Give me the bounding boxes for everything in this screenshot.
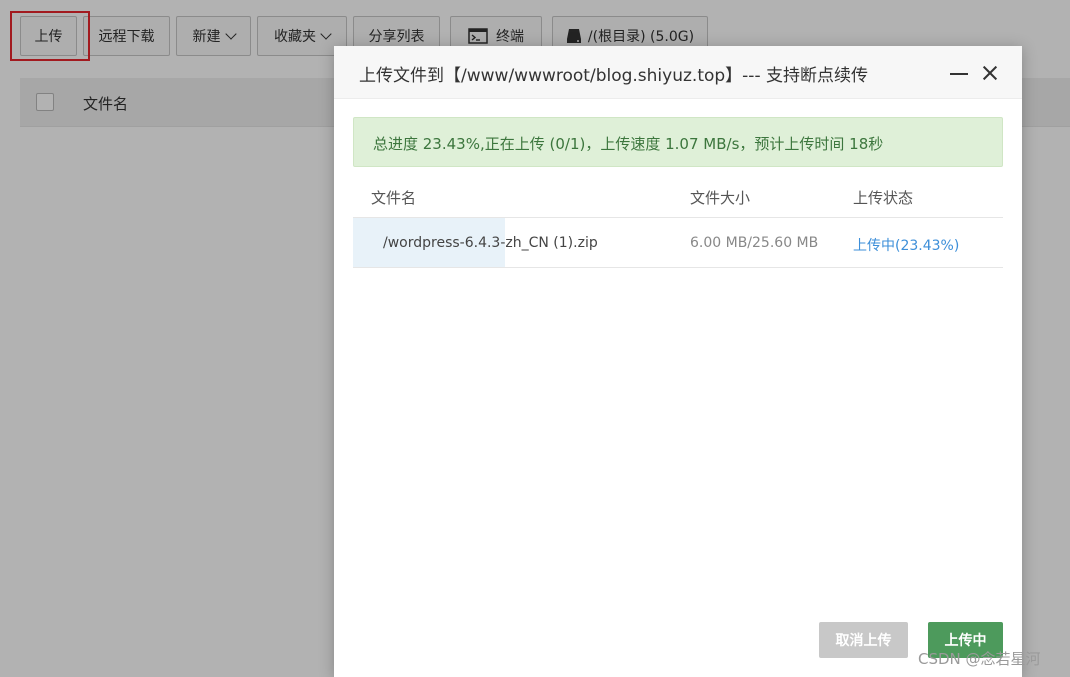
progress-summary-text: 总进度 23.43%,正在上传 (0/1)，上传速度 1.07 MB/s，预计上… — [373, 135, 884, 153]
file-size-header: 文件大小 — [690, 189, 751, 207]
dialog-header: 上传文件到【/www/wwwroot/blog.shiyuz.top】--- 支… — [334, 46, 1022, 99]
upload-dialog: 上传文件到【/www/wwwroot/blog.shiyuz.top】--- 支… — [334, 46, 1022, 677]
file-name-header: 文件名 — [371, 189, 417, 207]
minimize-icon[interactable] — [950, 73, 968, 75]
progress-summary: 总进度 23.43%,正在上传 (0/1)，上传速度 1.07 MB/s，预计上… — [353, 117, 1003, 167]
watermark: CSDN @念若星河 — [918, 650, 1041, 668]
cancel-upload-button[interactable]: 取消上传 — [819, 622, 908, 658]
dialog-title: 上传文件到【/www/wwwroot/blog.shiyuz.top】--- 支… — [359, 66, 868, 86]
upload-status-header: 上传状态 — [853, 189, 914, 207]
close-icon[interactable] — [980, 63, 1000, 83]
table-row-divider — [353, 267, 1003, 268]
file-manager-page: 上传 远程下载 新建 收藏夹 分享列表 终端 /(根目录) (5.0G) 文件名… — [0, 0, 1070, 677]
upload-file-size: 6.00 MB/25.60 MB — [690, 235, 819, 251]
upload-status: 上传中(23.43%) — [853, 238, 960, 254]
upload-file-name: /wordpress-6.4.3-zh_CN (1).zip — [383, 235, 598, 251]
